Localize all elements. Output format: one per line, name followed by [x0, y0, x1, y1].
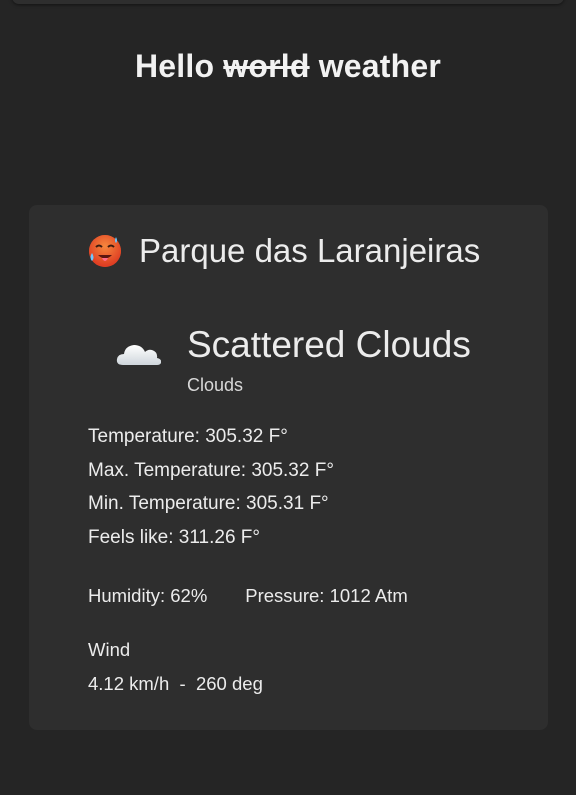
- location-row: Parque das Laranjeiras: [87, 232, 481, 269]
- humidity-value: Humidity: 62%: [88, 585, 208, 606]
- location-name: Parque das Laranjeiras: [139, 232, 481, 269]
- weather-card: Parque das Laranjeiras Scattered Clouds …: [29, 205, 548, 730]
- wind-speed: 4.12 km/h: [88, 673, 170, 694]
- temperature-list: Temperature: 305.32 F° Max. Temperature:…: [88, 420, 334, 554]
- weather-main-group: Clouds: [187, 375, 244, 395]
- pressure-value: Pressure: 1012 Atm: [245, 585, 408, 606]
- weather-condition-row: Scattered Clouds Clouds: [115, 323, 471, 396]
- title-prefix: Hello: [134, 48, 215, 84]
- title-suffix: weather: [318, 48, 442, 84]
- hot-face-icon: [87, 233, 123, 269]
- temperature-max: Max. Temperature: 305.32 F°: [88, 459, 334, 481]
- cloud-icon: [115, 337, 162, 371]
- weather-texts: Scattered Clouds Clouds: [187, 323, 471, 396]
- wind-separator: -: [179, 673, 186, 694]
- metrics-row: Humidity: 62% Pressure: 1012 Atm: [88, 585, 408, 607]
- temperature-feels-like: Feels like: 311.26 F°: [88, 526, 260, 548]
- temperature-min: Min. Temperature: 305.31 F°: [88, 493, 329, 514]
- wind-label: Wind: [88, 639, 131, 660]
- top-app-bar: [12, 0, 564, 4]
- temperature-current: Temperature: 305.32 F°: [88, 426, 288, 447]
- title-struck-word: world: [223, 48, 310, 84]
- weather-description: Scattered Clouds: [187, 324, 471, 365]
- wind-direction: 260 deg: [195, 673, 263, 694]
- page-title: Hello world weather: [0, 48, 576, 85]
- wind-values: 4.12 km/h - 260 deg: [88, 673, 263, 695]
